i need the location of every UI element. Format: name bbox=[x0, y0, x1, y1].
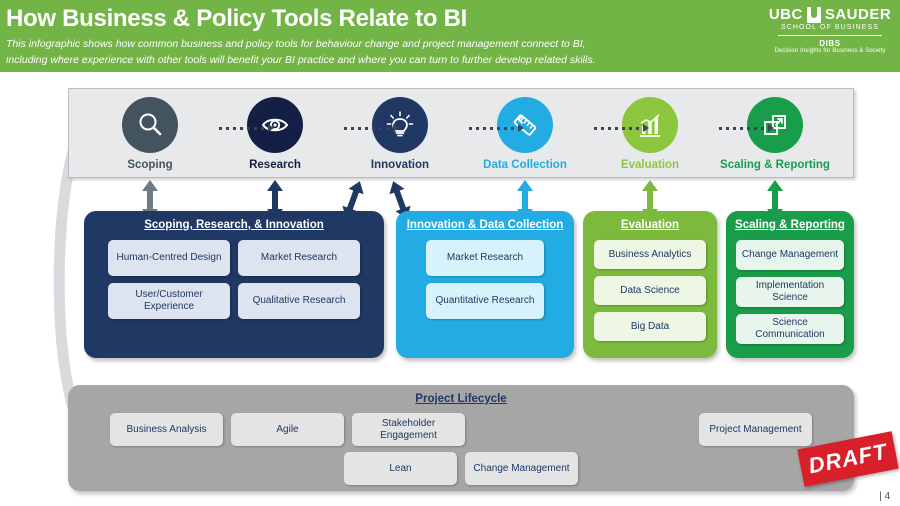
panel-title: Scaling & Reporting bbox=[735, 219, 845, 231]
logo-tagline-text: Decision Insights for Business & Society bbox=[774, 48, 886, 54]
page-subtitle-line-2: including where experience with other to… bbox=[6, 54, 596, 66]
tool-chip[interactable]: User/Customer Experience bbox=[108, 283, 230, 319]
draft-stamp-label: DRAFT bbox=[806, 438, 890, 479]
tool-chip[interactable]: Implementation Science bbox=[736, 277, 844, 307]
tool-chip[interactable]: Business Analysis bbox=[110, 413, 223, 446]
tool-chip[interactable]: Change Management bbox=[465, 452, 578, 485]
research-label: Research bbox=[249, 159, 301, 171]
flow-connector-2 bbox=[344, 123, 399, 133]
panel-chip-group: Human-Centred Design Market Research Use… bbox=[84, 240, 384, 319]
panel-title: Project Lifecycle bbox=[415, 393, 507, 405]
process-stage-innovation[interactable]: Innovation bbox=[341, 97, 459, 171]
process-stage-scaling-reporting[interactable]: Scaling & Reporting bbox=[716, 97, 834, 171]
tool-chip[interactable]: Qualitative Research bbox=[238, 283, 360, 319]
tool-chip[interactable]: Human-Centred Design bbox=[108, 240, 230, 276]
data-collection-label: Data Collection bbox=[483, 159, 567, 171]
logo-ubc-text: UBC bbox=[768, 6, 803, 23]
process-stage-research[interactable]: Research bbox=[216, 97, 334, 171]
panel-title: Evaluation bbox=[620, 219, 680, 231]
innovation-label: Innovation bbox=[370, 159, 430, 171]
logo-school-text: SCHOOL OF BUSINESS bbox=[780, 24, 880, 31]
panel-innovation-data-collection: Innovation & Data Collection Market Rese… bbox=[396, 211, 574, 358]
tool-chip[interactable]: Business Analytics bbox=[594, 240, 706, 269]
process-stage-scoping[interactable]: Scoping bbox=[91, 97, 209, 171]
process-stage-bar: Scoping Research Innovation Data Collect… bbox=[68, 88, 854, 178]
panel-scaling-reporting: Scaling & Reporting Change Management Im… bbox=[726, 211, 854, 358]
tool-chip[interactable]: Big Data bbox=[594, 312, 706, 341]
tool-chip[interactable]: Agile bbox=[231, 413, 344, 446]
page-subtitle: This infographic shows how common busine… bbox=[6, 36, 656, 68]
scoping-label: Scoping bbox=[127, 159, 173, 171]
tool-chip[interactable]: Market Research bbox=[238, 240, 360, 276]
process-stage-data-collection[interactable]: Data Collection bbox=[466, 97, 584, 171]
tool-chip[interactable]: Science Communication bbox=[736, 314, 844, 344]
panel-chip-group: Business Analysis Agile Stakeholder Enga… bbox=[68, 413, 854, 485]
panel-chip-group: Change Management Implementation Science… bbox=[726, 240, 854, 344]
panel-title: Scoping, Research, & Innovation bbox=[144, 219, 324, 231]
tool-chip[interactable]: Lean bbox=[344, 452, 457, 485]
panel-chip-group: Market Research Quantitative Research bbox=[396, 240, 574, 319]
logo-divider bbox=[778, 35, 882, 36]
scaling-reporting-label: Scaling & Reporting bbox=[720, 159, 830, 171]
process-stage-evaluation[interactable]: Evaluation bbox=[591, 97, 709, 171]
flow-connector-3 bbox=[469, 123, 524, 133]
tool-chip[interactable]: Project Management bbox=[699, 413, 812, 446]
panel-title: Innovation & Data Collection bbox=[406, 219, 564, 231]
panel-evaluation: Evaluation Business Analytics Data Scien… bbox=[583, 211, 717, 358]
tool-chip[interactable]: Quantitative Research bbox=[426, 283, 544, 319]
page-number: | 4 bbox=[879, 491, 890, 502]
logo-wordmark: UBC SAUDER bbox=[766, 6, 894, 23]
tool-chip[interactable]: Data Science bbox=[594, 276, 706, 305]
tool-chip[interactable]: Stakeholder Engagement bbox=[352, 413, 465, 446]
page-header: How Business & Policy Tools Relate to BI… bbox=[0, 0, 900, 72]
flow-connector-4 bbox=[594, 123, 649, 133]
panel-scoping-research-innovation: Scoping, Research, & Innovation Human-Ce… bbox=[84, 211, 384, 358]
tool-chip[interactable]: Market Research bbox=[426, 240, 544, 276]
flow-connector-1 bbox=[219, 123, 274, 133]
panel-project-lifecycle: Project Lifecycle Business Analysis Agil… bbox=[68, 385, 854, 491]
ubc-shield-icon bbox=[806, 6, 821, 23]
magnifier-icon bbox=[139, 113, 162, 136]
panel-chip-group: Business Analytics Data Science Big Data bbox=[583, 240, 717, 341]
page-subtitle-line-1: This infographic shows how common busine… bbox=[6, 38, 586, 50]
scoping-circle bbox=[122, 97, 178, 153]
evaluation-label: Evaluation bbox=[620, 159, 680, 171]
tool-chip[interactable]: Change Management bbox=[736, 240, 844, 270]
logo-sauder-text: SAUDER bbox=[824, 6, 892, 23]
flow-connector-5 bbox=[719, 123, 774, 133]
logo-unit-text: DIBS bbox=[819, 39, 841, 48]
ubc-sauder-logo: UBC SAUDER SCHOOL OF BUSINESS DIBS Decis… bbox=[766, 6, 894, 54]
